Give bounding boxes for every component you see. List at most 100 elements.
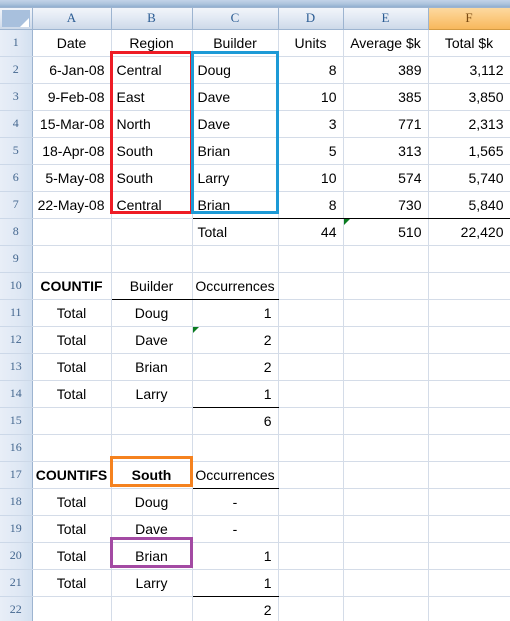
cell-F12[interactable] — [428, 326, 510, 354]
row-header-3[interactable]: 3 — [0, 83, 33, 111]
cell-A13[interactable]: Total — [32, 353, 112, 381]
cell-A10[interactable]: COUNTIF — [32, 272, 112, 300]
cell-B10[interactable]: Builder — [111, 272, 193, 300]
cell-A16[interactable] — [32, 434, 112, 462]
cell-C10[interactable]: Occurrences — [192, 272, 279, 300]
cell-C16[interactable] — [192, 434, 279, 462]
cell-E3[interactable]: 385 — [343, 83, 429, 111]
cell-F9[interactable] — [428, 245, 510, 273]
spreadsheet-grid[interactable]: A B C D E F 1 Date Region Builder Units … — [0, 0, 510, 621]
cell-B17[interactable]: South — [111, 461, 193, 489]
cell-D20[interactable] — [278, 542, 344, 570]
cell-A14[interactable]: Total — [32, 380, 112, 408]
cell-D7[interactable]: 8 — [278, 191, 344, 219]
row-header-9[interactable]: 9 — [0, 245, 33, 273]
cell-B11[interactable]: Doug — [111, 299, 193, 327]
cell-B8[interactable] — [111, 218, 193, 246]
column-header-c[interactable]: C — [192, 8, 279, 30]
cell-D22[interactable] — [278, 596, 344, 621]
select-all-corner[interactable] — [0, 8, 33, 30]
cell-B7[interactable]: Central — [111, 191, 193, 219]
cell-D13[interactable] — [278, 353, 344, 381]
cell-C5[interactable]: Brian — [192, 137, 279, 165]
cell-F1[interactable]: Total $k — [428, 29, 510, 57]
column-header-e[interactable]: E — [343, 8, 429, 30]
cell-A15[interactable] — [32, 407, 112, 435]
column-header-a[interactable]: A — [32, 8, 112, 30]
row-header-13[interactable]: 13 — [0, 353, 33, 381]
cell-B5[interactable]: South — [111, 137, 193, 165]
cell-F3[interactable]: 3,850 — [428, 83, 510, 111]
cell-C7[interactable]: Brian — [192, 191, 279, 219]
cell-F14[interactable] — [428, 380, 510, 408]
cell-E22[interactable] — [343, 596, 429, 621]
cell-D1[interactable]: Units — [278, 29, 344, 57]
row-header-6[interactable]: 6 — [0, 164, 33, 192]
cell-A4[interactable]: 15-Mar-08 — [32, 110, 112, 138]
cell-E12[interactable] — [343, 326, 429, 354]
row-header-5[interactable]: 5 — [0, 137, 33, 165]
cell-A11[interactable]: Total — [32, 299, 112, 327]
cell-D21[interactable] — [278, 569, 344, 597]
cell-A3[interactable]: 9-Feb-08 — [32, 83, 112, 111]
cell-F5[interactable]: 1,565 — [428, 137, 510, 165]
cell-F10[interactable] — [428, 272, 510, 300]
cell-C1[interactable]: Builder — [192, 29, 279, 57]
cell-B12[interactable]: Dave — [111, 326, 193, 354]
cell-F17[interactable] — [428, 461, 510, 489]
cell-D17[interactable] — [278, 461, 344, 489]
cell-A9[interactable] — [32, 245, 112, 273]
cell-E21[interactable] — [343, 569, 429, 597]
cell-B18[interactable]: Doug — [111, 488, 193, 516]
cell-B1[interactable]: Region — [111, 29, 193, 57]
row-header-21[interactable]: 21 — [0, 569, 33, 597]
cell-D18[interactable] — [278, 488, 344, 516]
cell-D11[interactable] — [278, 299, 344, 327]
cell-A12[interactable]: Total — [32, 326, 112, 354]
row-header-8[interactable]: 8 — [0, 218, 33, 246]
cell-E4[interactable]: 771 — [343, 110, 429, 138]
worksheet-table[interactable]: A B C D E F 1 Date Region Builder Units … — [0, 8, 510, 621]
row-header-4[interactable]: 4 — [0, 110, 33, 138]
cell-C19[interactable]: - — [192, 515, 279, 543]
cell-E17[interactable] — [343, 461, 429, 489]
cell-A19[interactable]: Total — [32, 515, 112, 543]
cell-C4[interactable]: Dave — [192, 110, 279, 138]
cell-C11[interactable]: 1 — [192, 299, 279, 327]
cell-D5[interactable]: 5 — [278, 137, 344, 165]
cell-B16[interactable] — [111, 434, 193, 462]
cell-E19[interactable] — [343, 515, 429, 543]
cell-A17[interactable]: COUNTIFS — [32, 461, 112, 489]
cell-A5[interactable]: 18-Apr-08 — [32, 137, 112, 165]
cell-E1[interactable]: Average $k — [343, 29, 429, 57]
row-header-10[interactable]: 10 — [0, 272, 33, 300]
cell-D3[interactable]: 10 — [278, 83, 344, 111]
cell-C21[interactable]: 1 — [192, 569, 279, 597]
cell-E10[interactable] — [343, 272, 429, 300]
cell-C6[interactable]: Larry — [192, 164, 279, 192]
column-header-f[interactable]: F — [428, 8, 510, 30]
cell-F8[interactable]: 22,420 — [428, 218, 510, 246]
row-header-19[interactable]: 19 — [0, 515, 33, 543]
cell-D19[interactable] — [278, 515, 344, 543]
cell-E13[interactable] — [343, 353, 429, 381]
cell-D12[interactable] — [278, 326, 344, 354]
cell-B22[interactable] — [111, 596, 193, 621]
cell-D2[interactable]: 8 — [278, 56, 344, 84]
cell-C12[interactable]: 2 — [192, 326, 279, 354]
cell-E16[interactable] — [343, 434, 429, 462]
cell-A22[interactable] — [32, 596, 112, 621]
row-header-12[interactable]: 12 — [0, 326, 33, 354]
cell-C3[interactable]: Dave — [192, 83, 279, 111]
cell-A1[interactable]: Date — [32, 29, 112, 57]
cell-E9[interactable] — [343, 245, 429, 273]
cell-C13[interactable]: 2 — [192, 353, 279, 381]
cell-E5[interactable]: 313 — [343, 137, 429, 165]
cell-F15[interactable] — [428, 407, 510, 435]
cell-F4[interactable]: 2,313 — [428, 110, 510, 138]
cell-A7[interactable]: 22-May-08 — [32, 191, 112, 219]
cell-F13[interactable] — [428, 353, 510, 381]
column-header-d[interactable]: D — [278, 8, 344, 30]
cell-B9[interactable] — [111, 245, 193, 273]
cell-D6[interactable]: 10 — [278, 164, 344, 192]
